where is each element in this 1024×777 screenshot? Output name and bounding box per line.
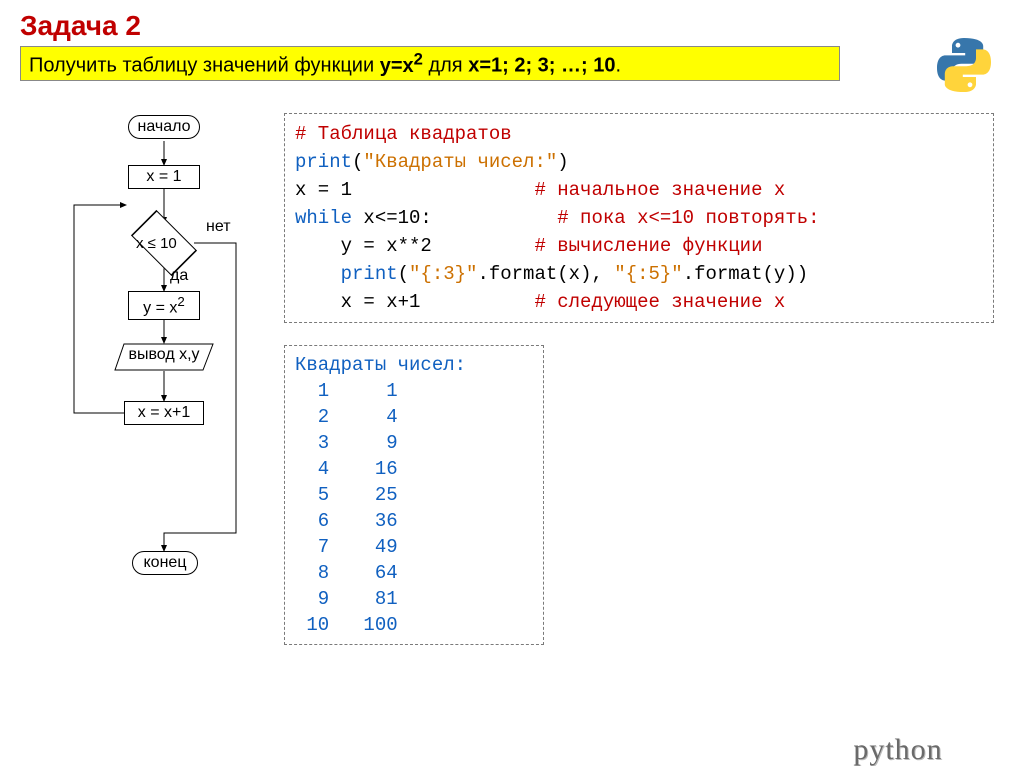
code-paren: ( <box>352 151 363 173</box>
fc-no-label: нет <box>206 218 231 236</box>
code-str-3: "{:5}" <box>614 263 682 285</box>
code-comment-1: # Таблица квадратов <box>295 123 512 145</box>
output-row: 7 49 <box>295 536 398 558</box>
fc-step-2: y = x2 <box>128 291 200 320</box>
fc-yes-label: да <box>170 267 188 285</box>
output-row: 3 9 <box>295 432 398 454</box>
code-assign-2: y = x**2 <box>295 235 534 257</box>
output-row: 6 36 <box>295 510 398 532</box>
code-str-1: "Квадраты чисел:" <box>363 151 557 173</box>
subtitle-xs: x=1; 2; 3; …; 10 <box>468 55 615 77</box>
output-box: Квадраты чисел: 1 1 2 4 3 9 4 16 5 25 6 … <box>284 345 544 645</box>
output-row: 9 81 <box>295 588 398 610</box>
code-kw-print-2: print <box>341 263 398 285</box>
code-assign-1: x = 1 <box>295 179 534 201</box>
python-footer-logo: python <box>808 733 988 767</box>
code-paren: ) <box>557 151 568 173</box>
output-row: 2 4 <box>295 406 398 428</box>
fc-output: вывод x,y <box>114 343 214 371</box>
python-icon <box>934 35 994 95</box>
output-row: 8 64 <box>295 562 398 584</box>
subtitle-pre: Получить таблицу значений функции <box>29 55 380 77</box>
code-comment-5: # следующее значение x <box>534 291 785 313</box>
code-column: # Таблица квадратов print("Квадраты чисе… <box>284 113 994 645</box>
code-call: .format(x), <box>477 263 614 285</box>
code-indent <box>295 263 341 285</box>
code-call: .format(y)) <box>683 263 808 285</box>
output-row: 1 1 <box>295 380 398 402</box>
code-kw-while: while <box>295 207 352 229</box>
code-paren: ( <box>398 263 409 285</box>
code-kw-print-1: print <box>295 151 352 173</box>
subtitle-mid: для <box>423 55 468 77</box>
fc-step-3: x = x+1 <box>124 401 204 425</box>
fc-end: конец <box>132 551 198 575</box>
content-area: начало x = 1 x ≤ 10 нет да y = x2 вывод … <box>0 113 1024 645</box>
subtitle-end: . <box>616 55 622 77</box>
code-str-2: "{:3}" <box>409 263 477 285</box>
page-title: Задача 2 <box>20 10 1024 42</box>
fc-start: начало <box>128 115 200 139</box>
output-row: 5 25 <box>295 484 398 506</box>
code-box: # Таблица квадратов print("Квадраты чисе… <box>284 113 994 323</box>
code-comment-3: # пока x<=10 повторять: <box>557 207 819 229</box>
fc-decision: x ≤ 10 <box>136 235 177 252</box>
task-subtitle: Получить таблицу значений функции y=x2 д… <box>20 46 840 81</box>
subtitle-exp: 2 <box>414 49 423 68</box>
output-row: 4 16 <box>295 458 398 480</box>
code-cond: x<=10: <box>352 207 557 229</box>
code-comment-4: # вычисление функции <box>534 235 762 257</box>
code-assign-3: x = x+1 <box>295 291 534 313</box>
output-header: Квадраты чисел: <box>295 354 466 376</box>
fc-step-1: x = 1 <box>128 165 200 189</box>
output-row: 10 100 <box>295 614 398 636</box>
code-comment-2: # начальное значение x <box>534 179 785 201</box>
subtitle-func: y=x <box>380 55 414 77</box>
flowchart: начало x = 1 x ≤ 10 нет да y = x2 вывод … <box>36 113 266 613</box>
